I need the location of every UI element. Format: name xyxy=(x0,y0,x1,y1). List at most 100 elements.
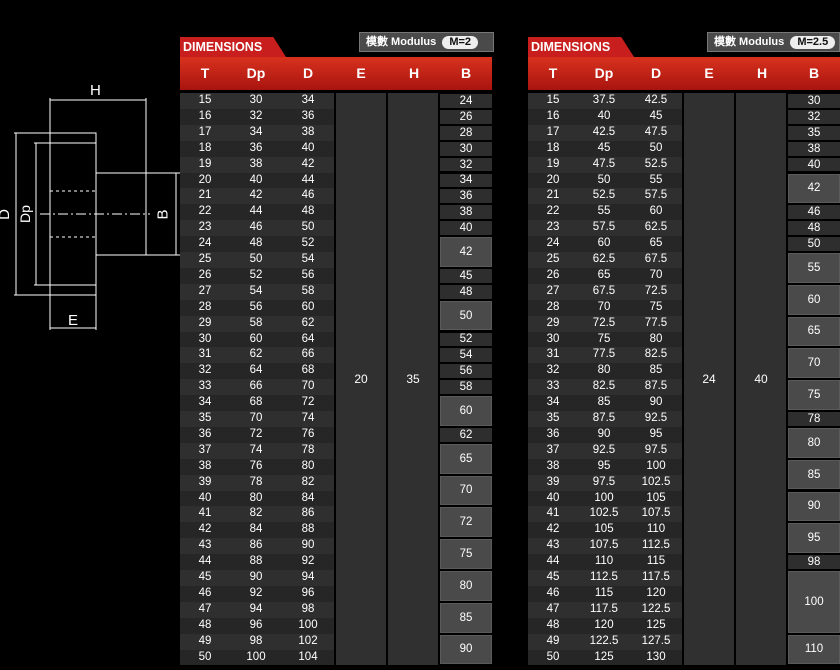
dp-cell: 90 xyxy=(597,427,611,440)
d-cell: 127.5 xyxy=(641,634,671,647)
d-cell: 82 xyxy=(301,475,315,488)
t-cell: 22 xyxy=(546,205,560,218)
t-cell: 25 xyxy=(546,253,560,265)
gear-dimension-diagram xyxy=(14,98,180,330)
t-cell: 32 xyxy=(546,364,560,377)
dp-cell: 34 xyxy=(249,125,263,138)
t-cell: 48 xyxy=(546,618,560,631)
dp-cell: 100 xyxy=(246,650,266,663)
b-cell: 50 xyxy=(788,237,840,251)
t-cell: 24 xyxy=(546,237,560,250)
b-cell: 24 xyxy=(440,94,492,108)
d-cell: 84 xyxy=(301,491,315,504)
d-cell: 105 xyxy=(646,491,666,504)
modulus-label-left: 模數 Modulus xyxy=(366,36,437,48)
d-cell: 102.5 xyxy=(641,475,671,488)
dp-cell: 76 xyxy=(249,459,263,472)
t-cell: 46 xyxy=(198,586,212,599)
d-cell: 50 xyxy=(301,221,315,234)
d-cell: 125 xyxy=(646,618,666,631)
dp-cell: 70 xyxy=(597,300,611,313)
b-cell: 58 xyxy=(440,380,492,395)
dp-cell: 88 xyxy=(249,555,263,568)
t-cell: 46 xyxy=(546,586,560,599)
header-h: H xyxy=(756,65,768,81)
b-cell: 72 xyxy=(440,507,492,538)
dp-cell: 45 xyxy=(597,141,611,154)
b-cell: 62 xyxy=(440,427,492,442)
dp-cell: 80 xyxy=(249,491,263,504)
d-cell: 76 xyxy=(301,427,315,440)
t-cell: 47 xyxy=(198,602,212,615)
d-cell: 40 xyxy=(301,141,315,154)
b-cell: 32 xyxy=(788,109,840,124)
d-cell: 72.5 xyxy=(644,284,668,297)
d-cell: 58 xyxy=(301,284,315,297)
t-cell: 32 xyxy=(198,364,212,377)
t-cell: 45 xyxy=(546,571,560,583)
b-cell: 48 xyxy=(788,221,840,236)
b-cell: 36 xyxy=(440,189,492,204)
t-cell: 34 xyxy=(198,396,212,409)
d-cell: 87.5 xyxy=(644,380,668,393)
dp-cell: 68 xyxy=(249,396,263,409)
t-cell: 18 xyxy=(546,141,560,154)
modulus-value-left: M=2 xyxy=(442,36,479,49)
dp-cell: 40 xyxy=(249,173,263,186)
b-cell: 65 xyxy=(440,443,492,474)
dp-cell: 42 xyxy=(249,189,263,202)
d-cell: 95 xyxy=(649,427,663,440)
d-cell: 54 xyxy=(301,253,315,265)
header-d: D xyxy=(302,65,314,81)
d-cell: 122.5 xyxy=(641,602,671,615)
d-cell: 65 xyxy=(649,237,663,250)
table-header-left: T Dp D E H B xyxy=(180,57,492,90)
t-cell: 34 xyxy=(546,396,560,409)
d-cell: 67.5 xyxy=(644,253,668,265)
d-cell: 50 xyxy=(649,141,663,154)
d-cell: 36 xyxy=(301,109,315,122)
dp-cell: 70 xyxy=(249,412,263,424)
dp-cell: 60 xyxy=(597,237,611,250)
d-cell: 96 xyxy=(301,586,315,599)
dp-cell: 82 xyxy=(249,507,263,520)
header-t: T xyxy=(200,65,210,81)
d-cell: 88 xyxy=(301,523,315,536)
t-cell: 48 xyxy=(198,618,212,631)
dp-cell: 48 xyxy=(249,237,263,250)
dp-cell: 72 xyxy=(249,427,263,440)
d-cell: 45 xyxy=(649,109,663,122)
header-dp: Dp xyxy=(594,65,614,81)
b-cell: 85 xyxy=(788,459,840,490)
dp-cell: 120 xyxy=(594,618,614,631)
d-cell: 42 xyxy=(301,157,315,170)
header-b: B xyxy=(460,65,472,81)
b-cell: 45 xyxy=(440,268,492,283)
b-cell: 32 xyxy=(440,157,492,172)
d-cell: 44 xyxy=(301,173,315,186)
dp-cell: 37.5 xyxy=(592,94,616,106)
e-merged-cell: 20 xyxy=(336,93,386,666)
d-cell: 80 xyxy=(649,332,663,345)
dp-cell: 74 xyxy=(249,443,263,456)
b-cell: 85 xyxy=(440,602,492,633)
dp-cell: 67.5 xyxy=(592,284,616,297)
b-cell: 40 xyxy=(440,221,492,236)
t-cell: 30 xyxy=(546,332,560,345)
d-cell: 86 xyxy=(301,507,315,520)
dp-cell: 66 xyxy=(249,380,263,393)
t-cell: 39 xyxy=(198,475,212,488)
dimensions-title-left: DIMENSIONS xyxy=(180,37,286,57)
t-cell: 50 xyxy=(546,650,560,663)
dp-cell: 60 xyxy=(249,332,263,345)
t-cell: 49 xyxy=(198,634,212,647)
dp-cell: 50 xyxy=(249,253,263,265)
b-cell: 38 xyxy=(440,205,492,220)
t-cell: 28 xyxy=(198,300,212,313)
dp-cell: 75 xyxy=(597,332,611,345)
dp-cell: 55 xyxy=(597,205,611,218)
b-cell: 40 xyxy=(788,157,840,172)
e-merged-cell: 24 xyxy=(684,93,734,666)
t-cell: 26 xyxy=(546,268,560,281)
t-cell: 31 xyxy=(546,348,560,361)
